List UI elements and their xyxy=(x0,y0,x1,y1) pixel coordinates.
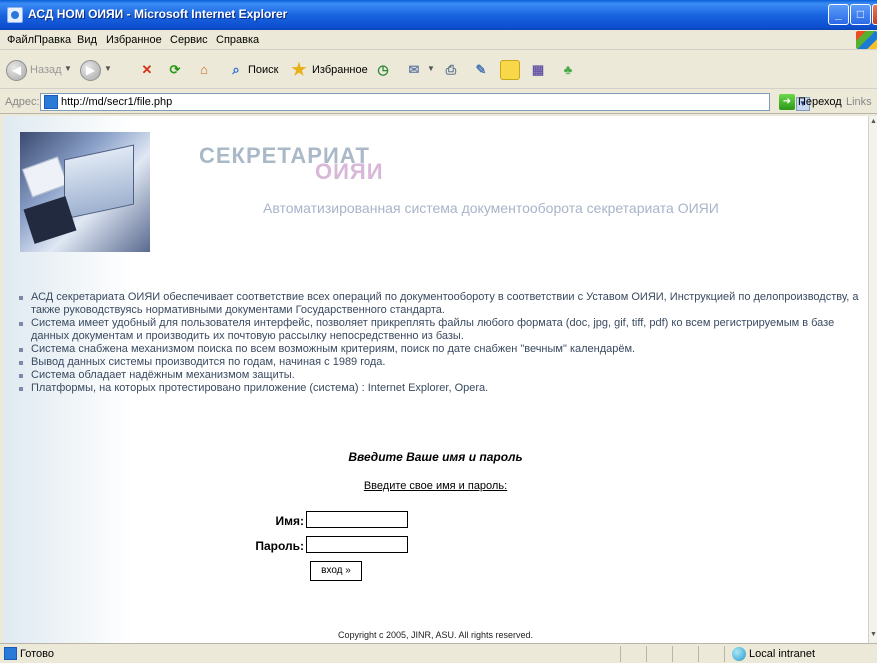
standard-toolbar: ◀ Назад ▼ ▶ ▼ ✕ ⟳ ⌂ ⌕ Поиск ★ Избранное … xyxy=(0,51,877,89)
mail-icon[interactable]: ✉ xyxy=(404,60,424,80)
copyright-text: Copyright c 2005, JINR, ASU. All rights … xyxy=(337,630,534,640)
page-status-icon xyxy=(4,647,17,660)
status-divider xyxy=(646,646,647,662)
status-divider xyxy=(672,646,673,662)
research-icon[interactable]: ▦ xyxy=(528,60,548,80)
menu-help[interactable]: Справка xyxy=(216,34,259,46)
address-input[interactable]: http://md/secr1/file.php ▼ xyxy=(40,93,810,111)
back-arrow-icon[interactable]: ◀ xyxy=(6,60,27,81)
feature-item: АСД секретариата ОИЯИ обеспечивает соотв… xyxy=(19,291,859,317)
name-input[interactable] xyxy=(306,511,408,528)
search-icon[interactable]: ⌕ xyxy=(226,60,246,80)
feature-item: Вывод данных системы производится по год… xyxy=(19,356,859,369)
feature-item: Система снабжена механизмом поиска по вс… xyxy=(19,343,859,356)
status-divider xyxy=(698,646,699,662)
stop-icon[interactable]: ✕ xyxy=(137,60,157,80)
login-prompt: Введите свое имя и пароль: xyxy=(363,480,508,492)
close-button[interactable]: ✕ xyxy=(872,4,877,25)
go-arrow-icon[interactable]: ➜ xyxy=(779,94,795,110)
menu-view[interactable]: Вид xyxy=(77,34,97,46)
links-button[interactable]: Links xyxy=(846,96,872,108)
name-label: Имя: xyxy=(275,514,305,528)
edit-icon[interactable]: ✎ xyxy=(471,60,491,80)
search-button[interactable]: Поиск xyxy=(248,64,278,76)
address-url[interactable]: http://md/secr1/file.php xyxy=(61,96,172,108)
status-divider xyxy=(724,646,725,662)
mail-dropdown-icon[interactable]: ▼ xyxy=(427,64,435,73)
page-icon xyxy=(44,95,58,109)
feature-item: Система имеет удобный для пользователя и… xyxy=(19,317,859,343)
feature-list: АСД секретариата ОИЯИ обеспечивает соотв… xyxy=(19,291,859,395)
monitor-graphic xyxy=(64,144,134,220)
favorites-star-icon[interactable]: ★ xyxy=(289,60,309,80)
banner-description: Автоматизированная система документообор… xyxy=(263,200,719,216)
favorites-button[interactable]: Избранное xyxy=(312,64,368,76)
windows-logo-icon xyxy=(856,31,877,49)
menu-bar: Файл Правка Вид Избранное Сервис Справка xyxy=(0,30,877,50)
back-button[interactable]: Назад xyxy=(30,64,62,76)
menu-favorites[interactable]: Избранное xyxy=(106,34,162,46)
page-content: СЕКРЕТАРИАТ ОИЯИ Автоматизированная сист… xyxy=(3,116,868,643)
password-input[interactable] xyxy=(306,536,408,553)
title-bar: АСД НОМ ОИЯИ - Microsoft Internet Explor… xyxy=(0,0,877,30)
messenger-icon[interactable]: ♣ xyxy=(558,60,578,80)
security-zone-text: Local intranet xyxy=(749,648,816,660)
feature-item: Система обладает надёжным механизмом защ… xyxy=(19,369,859,382)
forward-arrow-icon[interactable]: ▶ xyxy=(80,60,101,81)
banner-subtitle: ОИЯИ xyxy=(315,159,384,184)
home-icon[interactable]: ⌂ xyxy=(194,60,214,80)
scroll-down-icon[interactable]: ▼ xyxy=(870,631,877,638)
status-text: Готово xyxy=(20,648,54,660)
intranet-zone-icon xyxy=(732,647,746,661)
vertical-scrollbar[interactable]: ▲ ▼ xyxy=(868,116,877,643)
login-button[interactable]: вход » xyxy=(310,561,362,581)
ie-page-icon xyxy=(7,7,23,23)
menu-edit[interactable]: Правка xyxy=(34,34,71,46)
history-icon[interactable]: ◷ xyxy=(373,60,393,80)
window-title: АСД НОМ ОИЯИ - Microsoft Internet Explor… xyxy=(28,7,288,21)
maximize-button[interactable]: □ xyxy=(850,4,871,25)
document-graphic xyxy=(22,156,68,198)
back-dropdown-icon[interactable]: ▼ xyxy=(64,64,72,73)
go-button[interactable]: Переход xyxy=(798,96,842,108)
banner-image xyxy=(20,132,150,252)
login-heading: Введите Ваше имя и пароль xyxy=(348,450,523,464)
forward-dropdown-icon[interactable]: ▼ xyxy=(104,64,112,73)
status-bar: Готово Local intranet xyxy=(0,643,877,663)
scroll-up-icon[interactable]: ▲ xyxy=(870,118,877,125)
feature-item: Платформы, на которых протестировано при… xyxy=(19,382,859,395)
refresh-icon[interactable]: ⟳ xyxy=(165,60,185,80)
discuss-icon[interactable] xyxy=(500,60,520,80)
password-label: Пароль: xyxy=(255,539,304,553)
menu-file[interactable]: Файл xyxy=(7,34,34,46)
print-icon[interactable]: ⎙ xyxy=(441,60,461,80)
address-label: Адрес: xyxy=(5,96,40,108)
address-bar: Адрес: http://md/secr1/file.php ▼ ➜ Пере… xyxy=(0,90,877,114)
minimize-button[interactable]: _ xyxy=(828,4,849,25)
status-divider xyxy=(620,646,621,662)
menu-tools[interactable]: Сервис xyxy=(170,34,208,46)
